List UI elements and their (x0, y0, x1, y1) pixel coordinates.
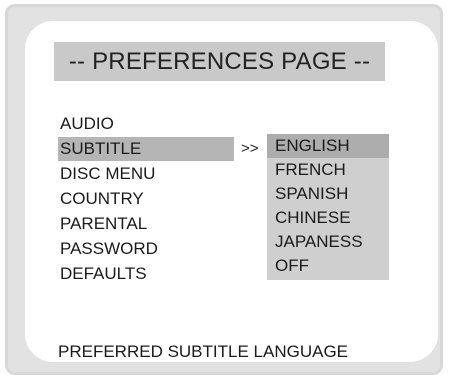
menu-item-audio[interactable]: AUDIO (58, 112, 228, 136)
submenu-item-japaness[interactable]: JAPANESS (267, 230, 389, 254)
subtitle-language-submenu: ENGLISH FRENCH SPANISH CHINESE JAPANESS … (267, 134, 389, 280)
menu-item-subtitle[interactable]: SUBTITLE (58, 137, 234, 161)
menu-item-defaults[interactable]: DEFAULTS (58, 262, 228, 286)
submenu-item-english[interactable]: ENGLISH (267, 134, 389, 158)
status-description: PREFERRED SUBTITLE LANGUAGE (58, 342, 349, 361)
submenu-item-spanish[interactable]: SPANISH (267, 182, 389, 206)
menu-item-parental[interactable]: PARENTAL (58, 212, 228, 236)
page-title: -- PREFERENCES PAGE -- (54, 42, 385, 81)
preferences-menu: AUDIO SUBTITLE DISC MENU COUNTRY PARENTA… (58, 112, 234, 287)
page-title-text: -- PREFERENCES PAGE -- (68, 47, 371, 75)
menu-item-country[interactable]: COUNTRY (58, 187, 228, 211)
submenu-item-chinese[interactable]: CHINESE (267, 206, 389, 230)
submenu-arrow-icon: >> (241, 140, 259, 157)
submenu-item-off[interactable]: OFF (267, 254, 389, 278)
submenu-item-french[interactable]: FRENCH (267, 158, 389, 182)
menu-item-disc-menu[interactable]: DISC MENU (58, 162, 228, 186)
menu-item-password[interactable]: PASSWORD (58, 237, 228, 261)
